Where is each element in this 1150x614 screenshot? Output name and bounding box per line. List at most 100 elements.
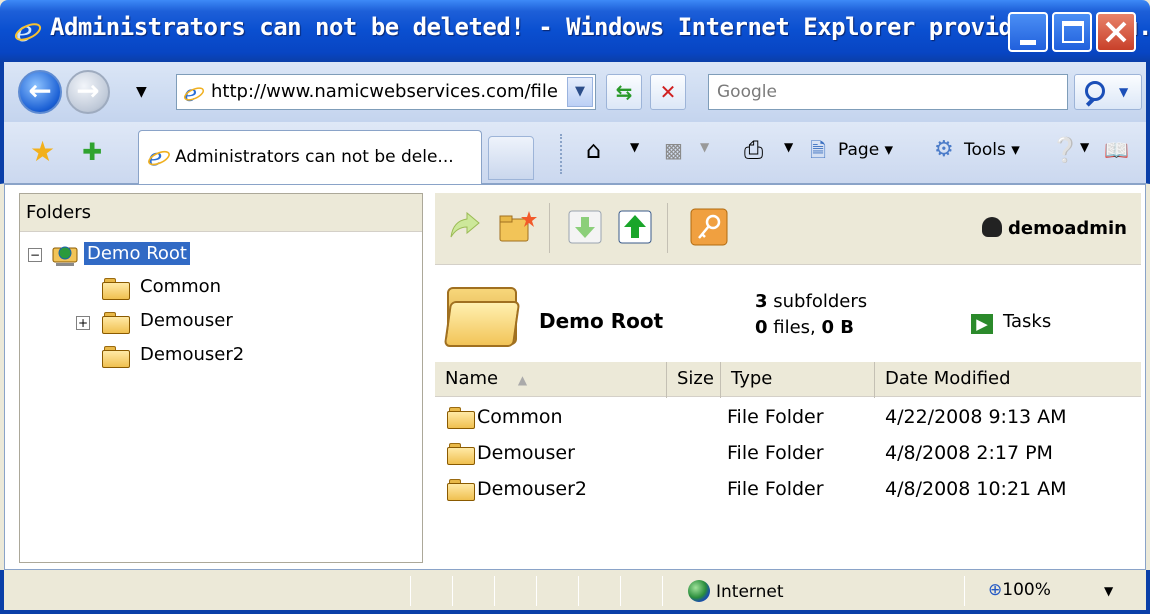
tab-label: Administrators can not be dele... [175, 147, 454, 167]
column-name[interactable]: Name ▲ [435, 362, 667, 398]
tasks-label: Tasks [1003, 311, 1052, 332]
up-folder-icon[interactable] [445, 207, 485, 247]
security-zone[interactable]: Internet [688, 580, 784, 602]
files-label: files, [773, 317, 816, 338]
file-date: 4/8/2008 2:17 PM [885, 442, 1053, 464]
column-size-label: Size [677, 368, 714, 389]
folders-header: Folders [20, 194, 422, 232]
page-ie-icon: e [183, 82, 205, 104]
folder-icon [102, 278, 132, 300]
table-row[interactable]: Common File Folder 4/22/2008 9:13 AM [435, 399, 1141, 435]
table-row[interactable]: Demouser2 File Folder 4/8/2008 10:21 AM [435, 471, 1141, 507]
tree-item-demo-root[interactable]: − Demo Root [26, 242, 416, 270]
feeds-icon[interactable]: ▩ [664, 136, 683, 164]
sort-ascending-icon: ▲ [517, 373, 528, 387]
tools-icon: ⚙ [934, 137, 954, 162]
forward-arrow-icon: → [76, 74, 100, 107]
tab-row: ★ ✚ e Administrators can not be dele... … [0, 122, 1150, 184]
feeds-dropdown-icon[interactable]: ▼ [700, 140, 709, 154]
add-favorites-icon[interactable]: ✚ [82, 138, 102, 166]
home-dropdown-icon[interactable]: ▼ [630, 140, 639, 154]
expand-icon[interactable]: + [76, 316, 90, 330]
tree-item-common[interactable]: Common [26, 276, 416, 304]
tree-label: Common [140, 276, 222, 297]
print-icon[interactable]: ⎙ [744, 136, 763, 164]
tree-item-demouser2[interactable]: Demouser2 [26, 344, 416, 372]
tools-menu[interactable]: Tools ▾ [964, 140, 1020, 160]
file-list-header: Name ▲ Size Type Date Modified [435, 361, 1141, 398]
tasks-button[interactable]: ▶ Tasks [971, 311, 1051, 334]
folder-summary: Demo Root 3 subfolders 0 files, 0 B ▶ Tas… [435, 267, 1141, 359]
help-icon[interactable]: ❔ [1050, 136, 1080, 164]
upload-icon[interactable] [615, 207, 655, 247]
column-date-label: Date Modified [885, 368, 1011, 389]
research-icon[interactable]: 📖 [1104, 136, 1129, 164]
minimize-button[interactable] [1008, 12, 1048, 52]
large-folder-icon [443, 287, 521, 347]
folder-icon [102, 312, 132, 334]
search-input[interactable]: Google [708, 74, 1068, 110]
favorites-star-icon[interactable]: ★ [30, 138, 55, 166]
username: demoadmin [1008, 218, 1127, 239]
search-button[interactable]: ▼ [1074, 74, 1142, 110]
tasks-arrow-icon: ▶ [971, 314, 993, 334]
folder-icon [447, 443, 477, 465]
zoom-control[interactable]: ⊕100% [988, 580, 1051, 600]
refresh-button[interactable]: ⇆ [606, 74, 642, 110]
page-content: Folders − Demo Root Common + Demouser De… [4, 184, 1146, 570]
column-size[interactable]: Size [667, 362, 721, 398]
address-field[interactable]: e http://www.namicwebservices.com/file ▼ [176, 74, 596, 110]
address-row: ← → ▼ e http://www.namicwebservices.com/… [0, 62, 1150, 122]
zoom-icon: ⊕ [988, 580, 1003, 600]
print-dropdown-icon[interactable]: ▼ [784, 140, 793, 154]
column-type[interactable]: Type [721, 362, 875, 398]
file-name: Common [477, 406, 563, 428]
column-type-label: Type [731, 368, 773, 389]
new-tab-button[interactable] [488, 136, 534, 180]
file-date: 4/8/2008 10:21 AM [885, 478, 1067, 500]
page-menu[interactable]: Page ▾ [838, 140, 893, 160]
tab-active[interactable]: e Administrators can not be dele... [138, 130, 482, 184]
current-user: demoadmin [982, 217, 1127, 239]
search-options-icon[interactable]: ▼ [1119, 85, 1128, 99]
close-button[interactable] [1096, 12, 1136, 52]
maximize-button[interactable] [1052, 12, 1092, 52]
stop-button[interactable]: ✕ [650, 74, 686, 110]
table-row[interactable]: Demouser File Folder 4/8/2008 2:17 PM [435, 435, 1141, 471]
back-arrow-icon: ← [28, 74, 52, 107]
subfolders-label: subfolders [773, 291, 868, 312]
zoom-level: 100% [1002, 580, 1051, 600]
help-dropdown-icon[interactable]: ▼ [1080, 140, 1089, 154]
close-icon [1105, 21, 1127, 43]
tree-item-demouser[interactable]: + Demouser [26, 310, 416, 338]
collapse-icon[interactable]: − [28, 248, 42, 262]
back-button[interactable]: ← [18, 70, 62, 114]
file-date: 4/22/2008 9:13 AM [885, 406, 1067, 428]
file-type: File Folder [727, 406, 824, 428]
tab-ie-icon: e [148, 145, 170, 169]
forward-button[interactable]: → [66, 70, 110, 114]
zone-label: Internet [716, 582, 784, 602]
file-name: Demouser [477, 442, 575, 464]
column-date-modified[interactable]: Date Modified [875, 362, 1141, 398]
home-icon[interactable]: ⌂ [586, 136, 601, 164]
zoom-dropdown-icon[interactable]: ▼ [1104, 584, 1113, 598]
file-type: File Folder [727, 478, 824, 500]
total-size: 0 B [821, 317, 855, 338]
subfolder-count: 3 [755, 291, 768, 312]
search-icon [1085, 81, 1105, 101]
new-folder-icon[interactable] [497, 207, 537, 247]
folders-pane: Folders − Demo Root Common + Demouser De… [19, 193, 423, 563]
file-pane: demoadmin Demo Root 3 subfolders 0 files… [435, 193, 1141, 563]
url-text: http://www.namicwebservices.com/file [211, 81, 558, 102]
address-dropdown-icon[interactable]: ▼ [567, 77, 593, 107]
search-placeholder: Google [717, 82, 777, 102]
tree-label: Demouser [140, 310, 233, 331]
key-icon[interactable] [689, 207, 729, 247]
file-type: File Folder [727, 442, 824, 464]
folder-stats: 3 subfolders 0 files, 0 B [755, 289, 867, 341]
download-icon[interactable] [565, 207, 605, 247]
current-folder-name: Demo Root [539, 309, 664, 333]
folder-icon [447, 407, 477, 429]
history-dropdown-icon[interactable]: ▼ [136, 84, 147, 100]
